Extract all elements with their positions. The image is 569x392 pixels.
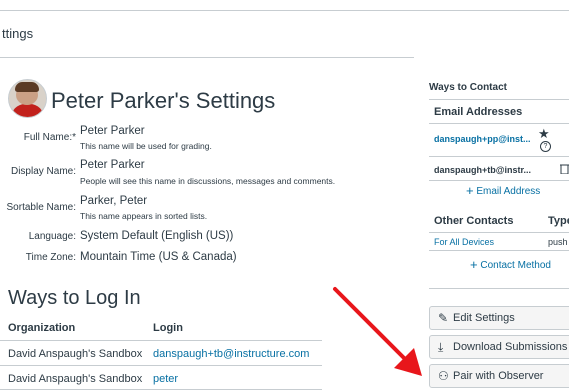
contact-divider — [429, 99, 569, 100]
login-link[interactable]: danspaugh+tb@instructure.com — [153, 348, 309, 360]
field-value: Peter Parker — [80, 125, 145, 137]
organization-cell: David Anspaugh's Sandbox — [8, 373, 143, 385]
field-hint: This name will be used for grading. — [80, 141, 212, 151]
login-link[interactable]: peter — [153, 373, 178, 385]
breadcrumb-divider — [0, 57, 414, 58]
table-divider — [0, 389, 322, 390]
email-addresses-header: Email Addresses — [434, 106, 523, 118]
download-icon: ⤓ — [438, 340, 444, 354]
info-icon[interactable]: ? — [540, 141, 551, 152]
add-email-label: Email Address — [476, 186, 541, 197]
edit-settings-label: Edit Settings — [453, 312, 515, 324]
contact-divider — [429, 232, 569, 233]
red-arrow-annotation — [333, 287, 422, 376]
column-header-login: Login — [153, 322, 183, 334]
people-icon: ⚇ — [438, 369, 449, 383]
other-contacts-header: Other Contacts — [434, 215, 514, 227]
field-value: Mountain Time (US & Canada) — [80, 251, 237, 263]
field-label: Display Name: — [10, 166, 76, 177]
field-hint: People will see this name in discussions… — [80, 176, 336, 186]
type-header: Type — [548, 215, 569, 227]
breadcrumb[interactable]: ttings — [2, 26, 33, 41]
pair-with-observer-label: Pair with Observer — [453, 370, 544, 382]
email-address-link[interactable]: danspaugh+pp@inst... — [434, 134, 531, 144]
top-divider — [0, 10, 569, 11]
table-divider — [0, 340, 322, 341]
pair-with-observer-button[interactable]: ⚇ Pair with Observer — [429, 364, 569, 388]
ways-to-log-in-title: Ways to Log In — [8, 287, 141, 309]
pencil-icon: ✎ — [438, 311, 449, 325]
field-value: Parker, Peter — [80, 195, 148, 207]
plus-icon: + — [466, 183, 474, 198]
avatar[interactable] — [8, 79, 47, 118]
edit-settings-button[interactable]: ✎ Edit Settings — [429, 306, 569, 330]
trash-icon[interactable] — [560, 163, 569, 174]
page-title: Peter Parker's Settings — [51, 88, 276, 113]
field-label: Sortable Name: — [6, 202, 76, 213]
field-hint: This name appears in sorted lists. — [80, 211, 208, 221]
organization-cell: David Anspaugh's Sandbox — [8, 348, 143, 360]
add-contact-method-link[interactable]: + Contact Method — [470, 257, 569, 272]
plus-icon: + — [470, 257, 478, 272]
add-email-link[interactable]: + Email Address — [466, 183, 569, 198]
field-label: Full Name:* — [23, 132, 76, 143]
download-submissions-label: Download Submissions — [453, 341, 568, 353]
contact-divider — [429, 123, 569, 124]
star-icon[interactable]: ★ — [538, 126, 550, 142]
contact-method-link[interactable]: For All Devices — [434, 237, 494, 247]
contact-type: push — [548, 237, 568, 247]
column-header-organization: Organization — [8, 322, 76, 334]
contact-divider — [429, 156, 569, 157]
field-value: Peter Parker — [80, 159, 145, 171]
table-divider — [0, 365, 322, 366]
field-label: Time Zone: — [25, 252, 76, 263]
field-label: Language: — [28, 231, 76, 242]
email-address-text[interactable]: danspaugh+tb@instr... — [434, 165, 531, 175]
add-contact-method-label: Contact Method — [480, 260, 551, 271]
contact-divider — [429, 288, 569, 289]
download-submissions-button[interactable]: ⤓ Download Submissions — [429, 335, 569, 359]
contact-divider — [429, 250, 569, 251]
contact-divider — [429, 180, 569, 181]
field-value: System Default (English (US)) — [80, 230, 234, 242]
ways-to-contact-title: Ways to Contact — [429, 82, 507, 93]
